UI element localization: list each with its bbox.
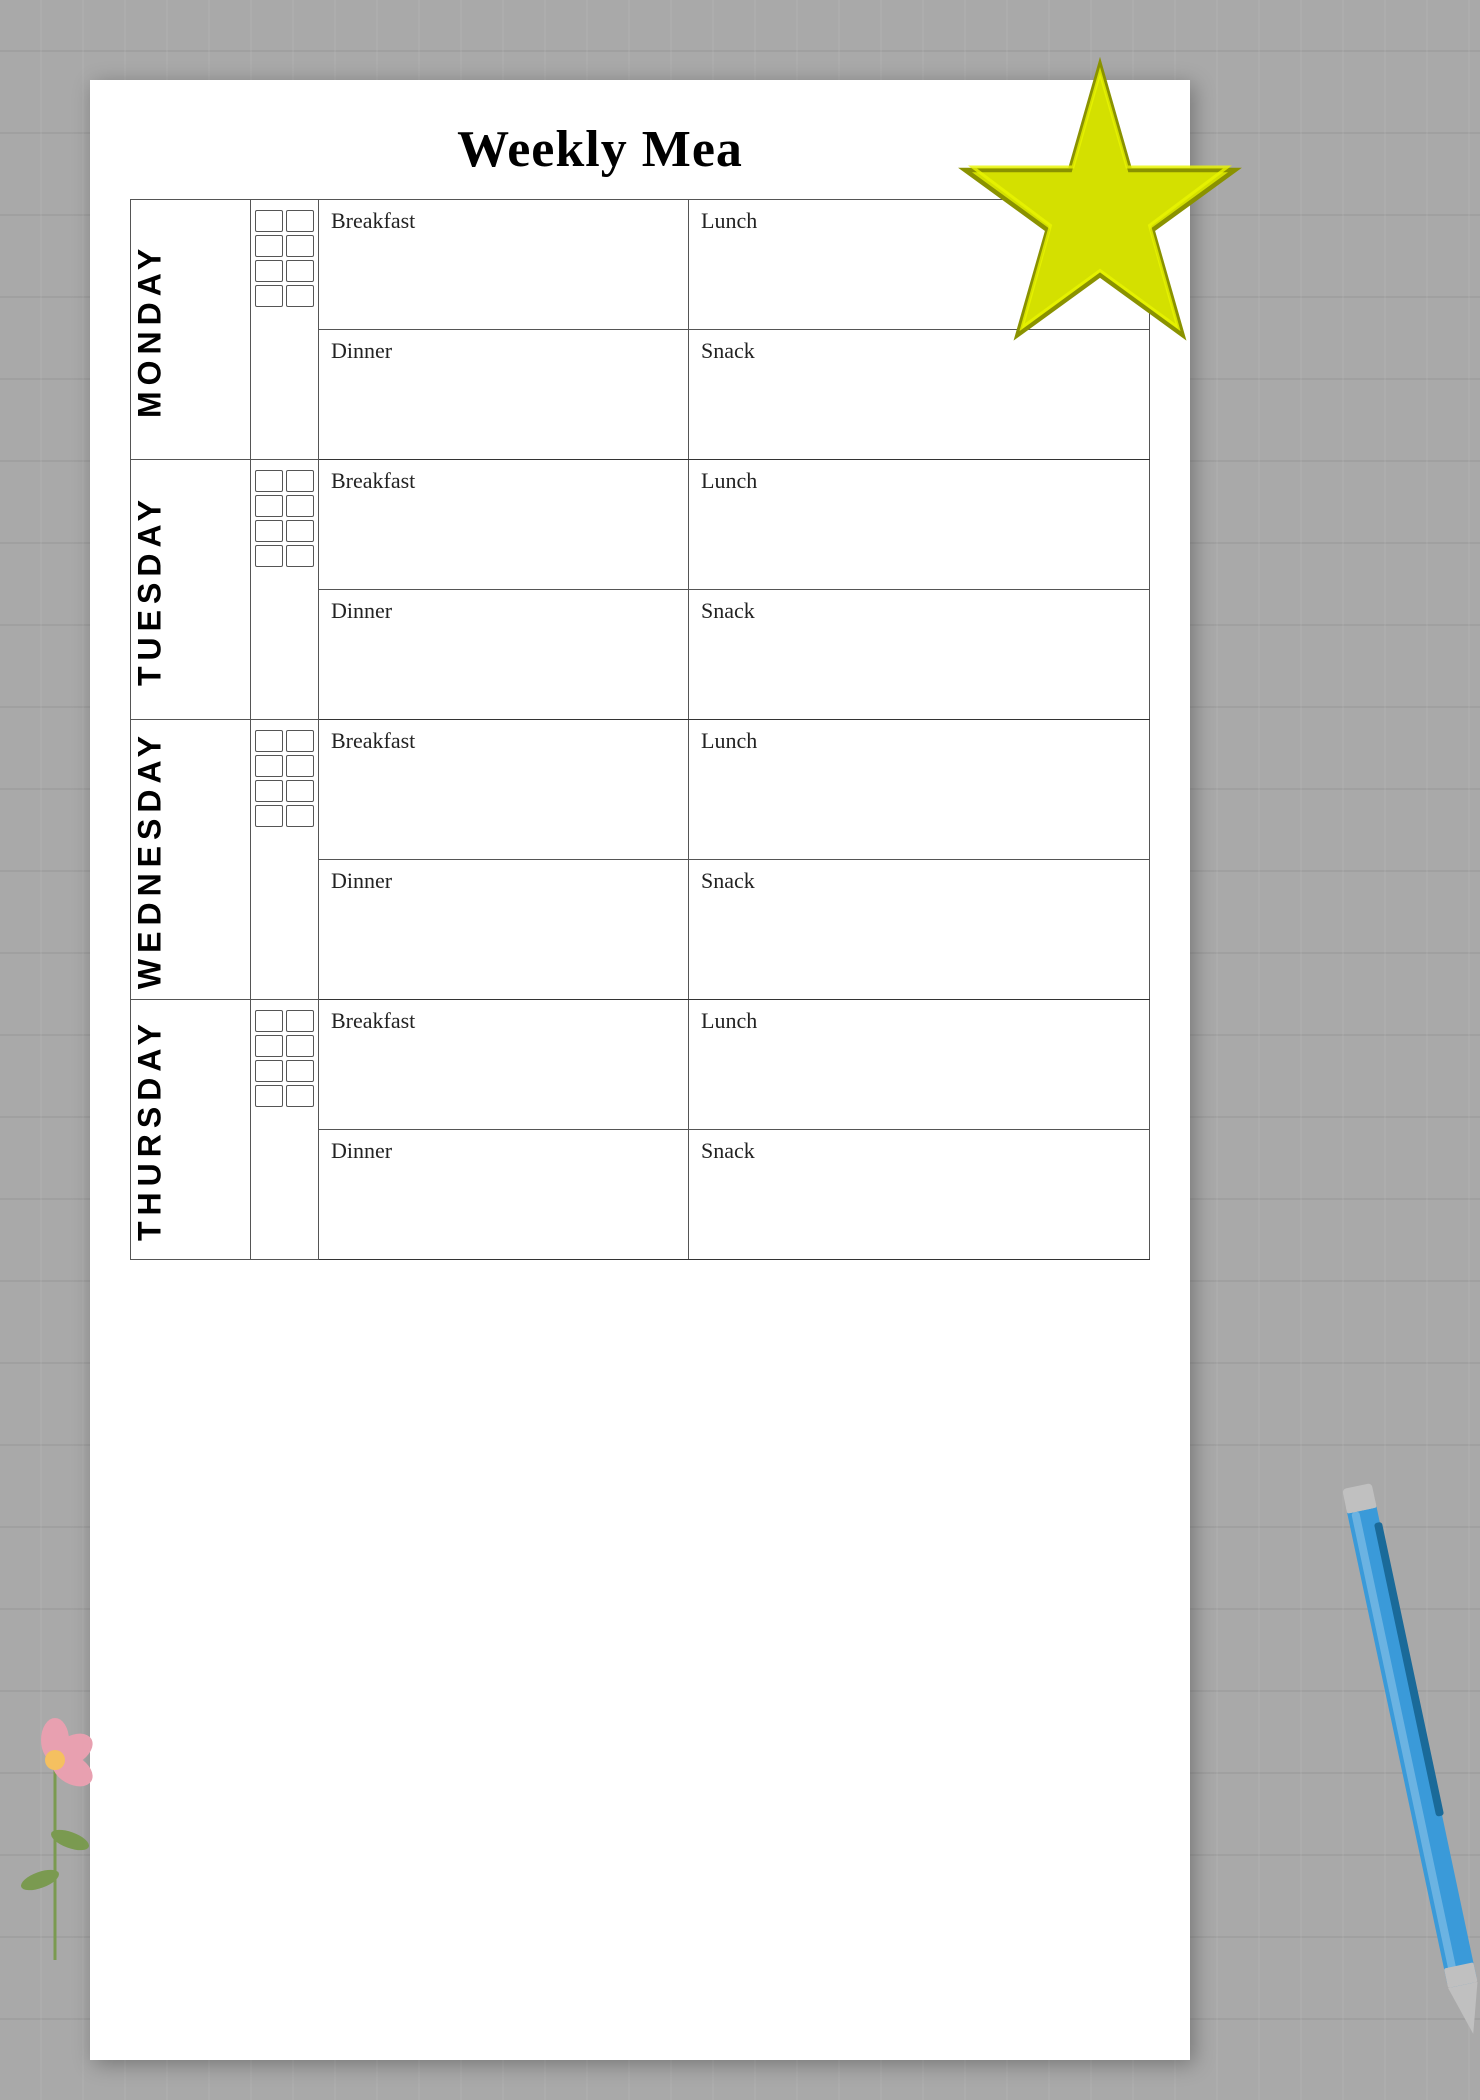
thursday-breakfast-label: Breakfast — [319, 1000, 689, 1130]
tuesday-breakfast-row: TUESDAY Breakfast Lunch — [131, 460, 1150, 590]
tuesday-lunch-label: Lunch — [689, 460, 1150, 590]
wednesday-checkboxes — [251, 720, 319, 1000]
monday-breakfast-label: Breakfast — [319, 200, 689, 330]
monday-label: MONDAY — [131, 200, 251, 460]
thursday-lunch-label: Lunch — [689, 1000, 1150, 1130]
thursday-label: THURSDAY — [131, 1000, 251, 1260]
wednesday-breakfast-row: WEDNESDAY Breakfast Lunch — [131, 720, 1150, 860]
tuesday-checkboxes — [251, 460, 319, 720]
wednesday-breakfast-label: Breakfast — [319, 720, 689, 860]
paper-document: Weekly Mea MONDAY Breakfast L — [90, 80, 1190, 2060]
wednesday-dinner-label: Dinner — [319, 860, 689, 1000]
monday-checkboxes — [251, 200, 319, 460]
wednesday-lunch-label: Lunch — [689, 720, 1150, 860]
meal-planner-table: MONDAY Breakfast Lunch — [130, 199, 1150, 1260]
thursday-breakfast-row: THURSDAY Breakfast Lunch — [131, 1000, 1150, 1130]
star-decoration — [950, 50, 1250, 330]
monday-dinner-label: Dinner — [319, 330, 689, 460]
thursday-dinner-label: Dinner — [319, 1130, 689, 1260]
wednesday-snack-label: Snack — [689, 860, 1150, 1000]
thursday-checkboxes — [251, 1000, 319, 1260]
tuesday-label: TUESDAY — [131, 460, 251, 720]
tuesday-dinner-label: Dinner — [319, 590, 689, 720]
tuesday-snack-label: Snack — [689, 590, 1150, 720]
thursday-snack-label: Snack — [689, 1130, 1150, 1260]
flower-decoration — [10, 1680, 100, 2000]
tuesday-breakfast-label: Breakfast — [319, 460, 689, 590]
wednesday-label: WEDNESDAY — [131, 720, 251, 1000]
